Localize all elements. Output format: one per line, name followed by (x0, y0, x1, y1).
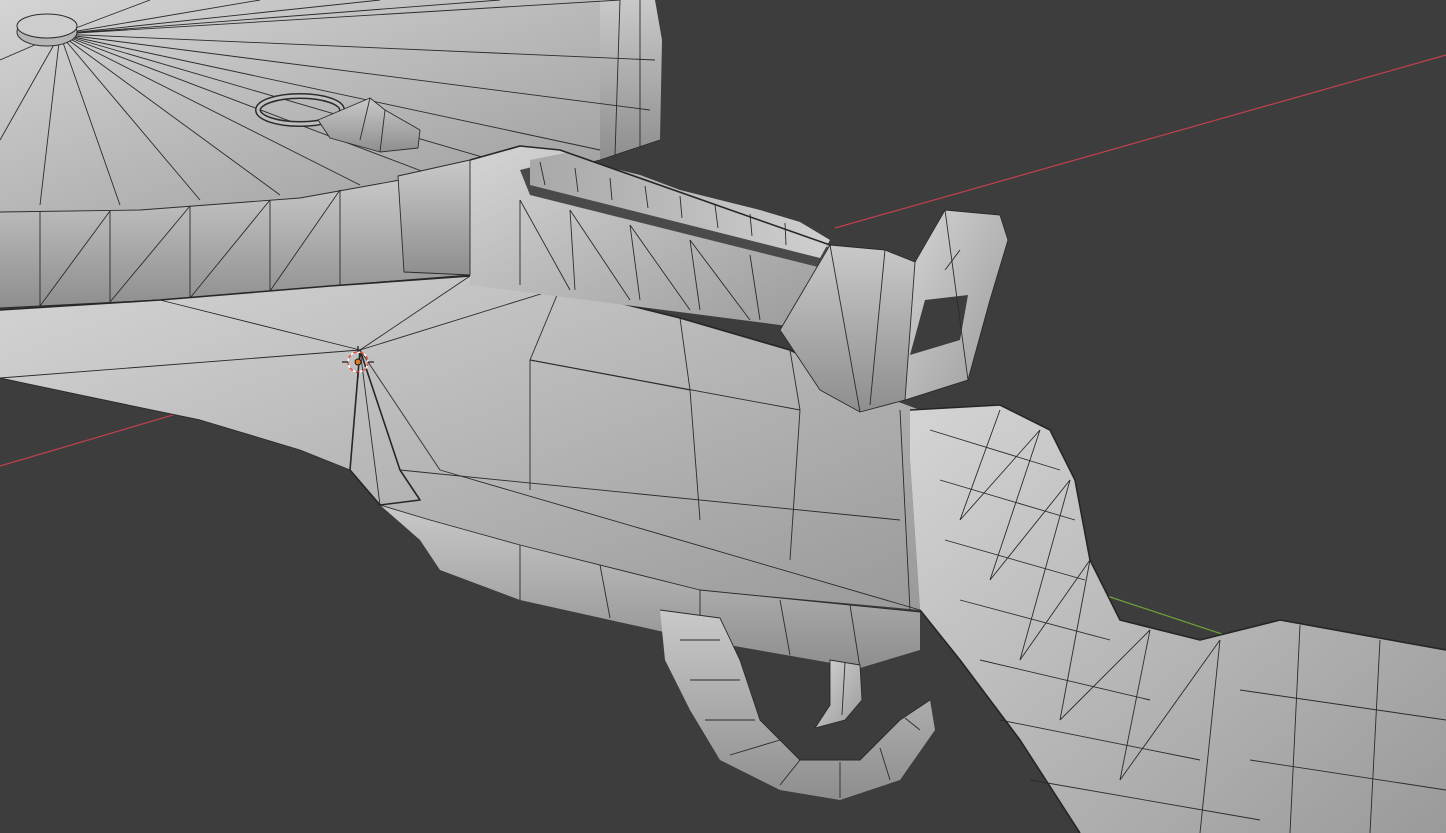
trigger[interactable] (814, 659, 863, 729)
3d-viewport[interactable] (0, 0, 1446, 833)
x-axis-line-far (834, 54, 1446, 229)
viewport-canvas[interactable] (0, 0, 1446, 833)
receiver[interactable] (0, 275, 921, 669)
